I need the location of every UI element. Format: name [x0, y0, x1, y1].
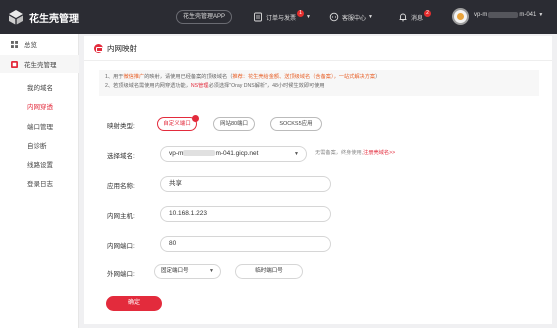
notice-text: 1、用于	[105, 74, 124, 80]
notice-text: 2、若顶级域名需使用内网穿透功能，	[105, 83, 191, 89]
ns-manage-link[interactable]: NS管理	[191, 83, 209, 89]
brand[interactable]: 花生壳管理	[8, 8, 79, 26]
page-title: 内网映射	[107, 43, 137, 53]
hint-text: 无需备案，终身使用,	[315, 150, 364, 156]
chevron-down-icon: ▼	[306, 14, 311, 20]
confirm-button[interactable]: 确定	[106, 296, 162, 311]
domain-suffix: m-041.gicp.net	[215, 150, 259, 157]
service-nav[interactable]: 客服中心 ▼	[329, 9, 373, 25]
port-input[interactable]: 80	[160, 236, 331, 252]
domain-redacted	[183, 150, 216, 157]
app-name-label: 应用名称:	[107, 183, 135, 190]
sidebar-item-ports[interactable]: 端口管理	[27, 121, 53, 131]
sidebar: 总览 花生壳管理 我的域名 内网穿透 端口管理 自诊断 线路设置 登录日志	[0, 34, 79, 328]
host-input[interactable]: 10.168.1.223	[160, 206, 331, 222]
notice-line-1: 1、用于微信推广的映射，请使用已经备案的顶级域名（推荐：花生壳给金额、送顶级域名…	[105, 73, 533, 82]
username-redacted	[488, 12, 519, 18]
ext-port-value: 固定端口号	[161, 268, 189, 274]
sidebar-section-peanut[interactable]: 花生壳管理	[0, 55, 79, 73]
notice-text: 的映射，请使用已经备案的顶级域名（	[144, 74, 233, 80]
sidebar-item-login-log[interactable]: 登录日志	[27, 178, 53, 188]
ext-port-select[interactable]: 固定端口号 ▼	[154, 264, 221, 279]
orders-badge: 1	[297, 9, 305, 17]
type-label: 映射类型:	[107, 123, 135, 130]
app-name-input[interactable]: 共享	[160, 176, 331, 192]
ext-port-label: 外网端口:	[107, 271, 135, 278]
news-badge: 2	[424, 9, 432, 17]
main-panel: 内网映射 1、用于微信推广的映射，请使用已经备案的顶级域名（推荐：花生壳给金额、…	[84, 36, 552, 324]
receipt-icon	[254, 12, 262, 22]
top-bar: 花生壳管理 花生壳管理APP 订单与发票 1 ▼ 客服中心 ▼ 消息 2 vp-…	[0, 0, 557, 34]
sidebar-section-label: 花生壳管理	[24, 62, 57, 69]
register-domain-link[interactable]: 注册壳域名>>	[363, 150, 395, 156]
chevron-down-icon: ▼	[294, 151, 299, 157]
notice-text: ）	[375, 74, 381, 80]
sidebar-item-overview[interactable]: 总览	[0, 35, 79, 53]
avatar[interactable]	[452, 8, 469, 25]
port-label: 内网端口:	[107, 243, 135, 250]
check-icon	[192, 115, 199, 122]
sidebar-item-intranet[interactable]: 内网穿透	[27, 101, 53, 111]
notice-link[interactable]: 推荐：花生壳给金额、送顶级域名（含备案），一站式解决方案	[232, 74, 375, 80]
domain-hint: 无需备案，终身使用,注册壳域名>>	[315, 149, 395, 156]
notice-highlight: 微信推广	[123, 74, 145, 80]
headset-icon	[329, 12, 339, 22]
sidebar-item-label: 总览	[24, 42, 37, 49]
notice-box: 1、用于微信推广的映射，请使用已经备案的顶级域名（推荐：花生壳给金额、送顶级域名…	[99, 70, 539, 96]
mapping-icon	[94, 43, 103, 53]
shell-icon	[11, 60, 18, 68]
chevron-down-icon: ▼	[538, 12, 544, 18]
notice-text: 必须选择"Oray DNS解析"，48小时候生效即可使用	[208, 83, 325, 89]
notice-line-2: 2、若顶级域名需使用内网穿透功能，NS管理必须选择"Oray DNS解析"，48…	[105, 82, 533, 91]
domain-prefix: vp-m	[169, 150, 184, 157]
username-prefix: vp-m	[474, 12, 488, 18]
chevron-down-icon: ▼	[368, 14, 373, 20]
user-menu[interactable]: vp-m m-041 ▼	[474, 12, 543, 18]
service-label: 客服中心	[342, 15, 367, 22]
domain-select[interactable]: vp-m m-041.gicp.net ▼	[160, 146, 307, 162]
app-download-button[interactable]: 花生壳管理APP	[176, 10, 233, 24]
host-label: 内网主机:	[107, 213, 135, 220]
sidebar-item-diagnosis[interactable]: 自诊断	[27, 140, 47, 150]
temp-port-button[interactable]: 临时端口号	[235, 264, 303, 279]
news-label: 消息	[411, 15, 424, 22]
type-web-80[interactable]: 网站80端口	[213, 117, 255, 131]
brand-title: 花生壳管理	[29, 13, 79, 25]
type-option-label: SOCKS5应用	[279, 121, 313, 127]
type-socks5[interactable]: SOCKS5应用	[270, 117, 322, 131]
type-custom-port[interactable]: 自定义端口	[157, 115, 199, 131]
type-option-label: 自定义端口	[163, 121, 191, 127]
logo-icon	[9, 10, 23, 25]
sidebar-item-lines[interactable]: 线路设置	[27, 159, 53, 169]
domain-label: 选择域名:	[107, 153, 135, 160]
type-option-label: 网站80端口	[219, 121, 249, 127]
news-nav[interactable]: 消息 2	[398, 9, 432, 25]
orders-nav[interactable]: 订单与发票 1 ▼	[253, 9, 311, 25]
username-suffix: m-041	[519, 12, 537, 18]
sidebar-item-my-domains[interactable]: 我的域名	[27, 82, 53, 92]
grid-icon	[11, 40, 18, 48]
panel-header: 内网映射	[84, 36, 552, 61]
orders-label: 订单与发票	[266, 15, 297, 22]
chevron-down-icon: ▼	[209, 268, 214, 274]
bell-icon	[399, 13, 407, 22]
